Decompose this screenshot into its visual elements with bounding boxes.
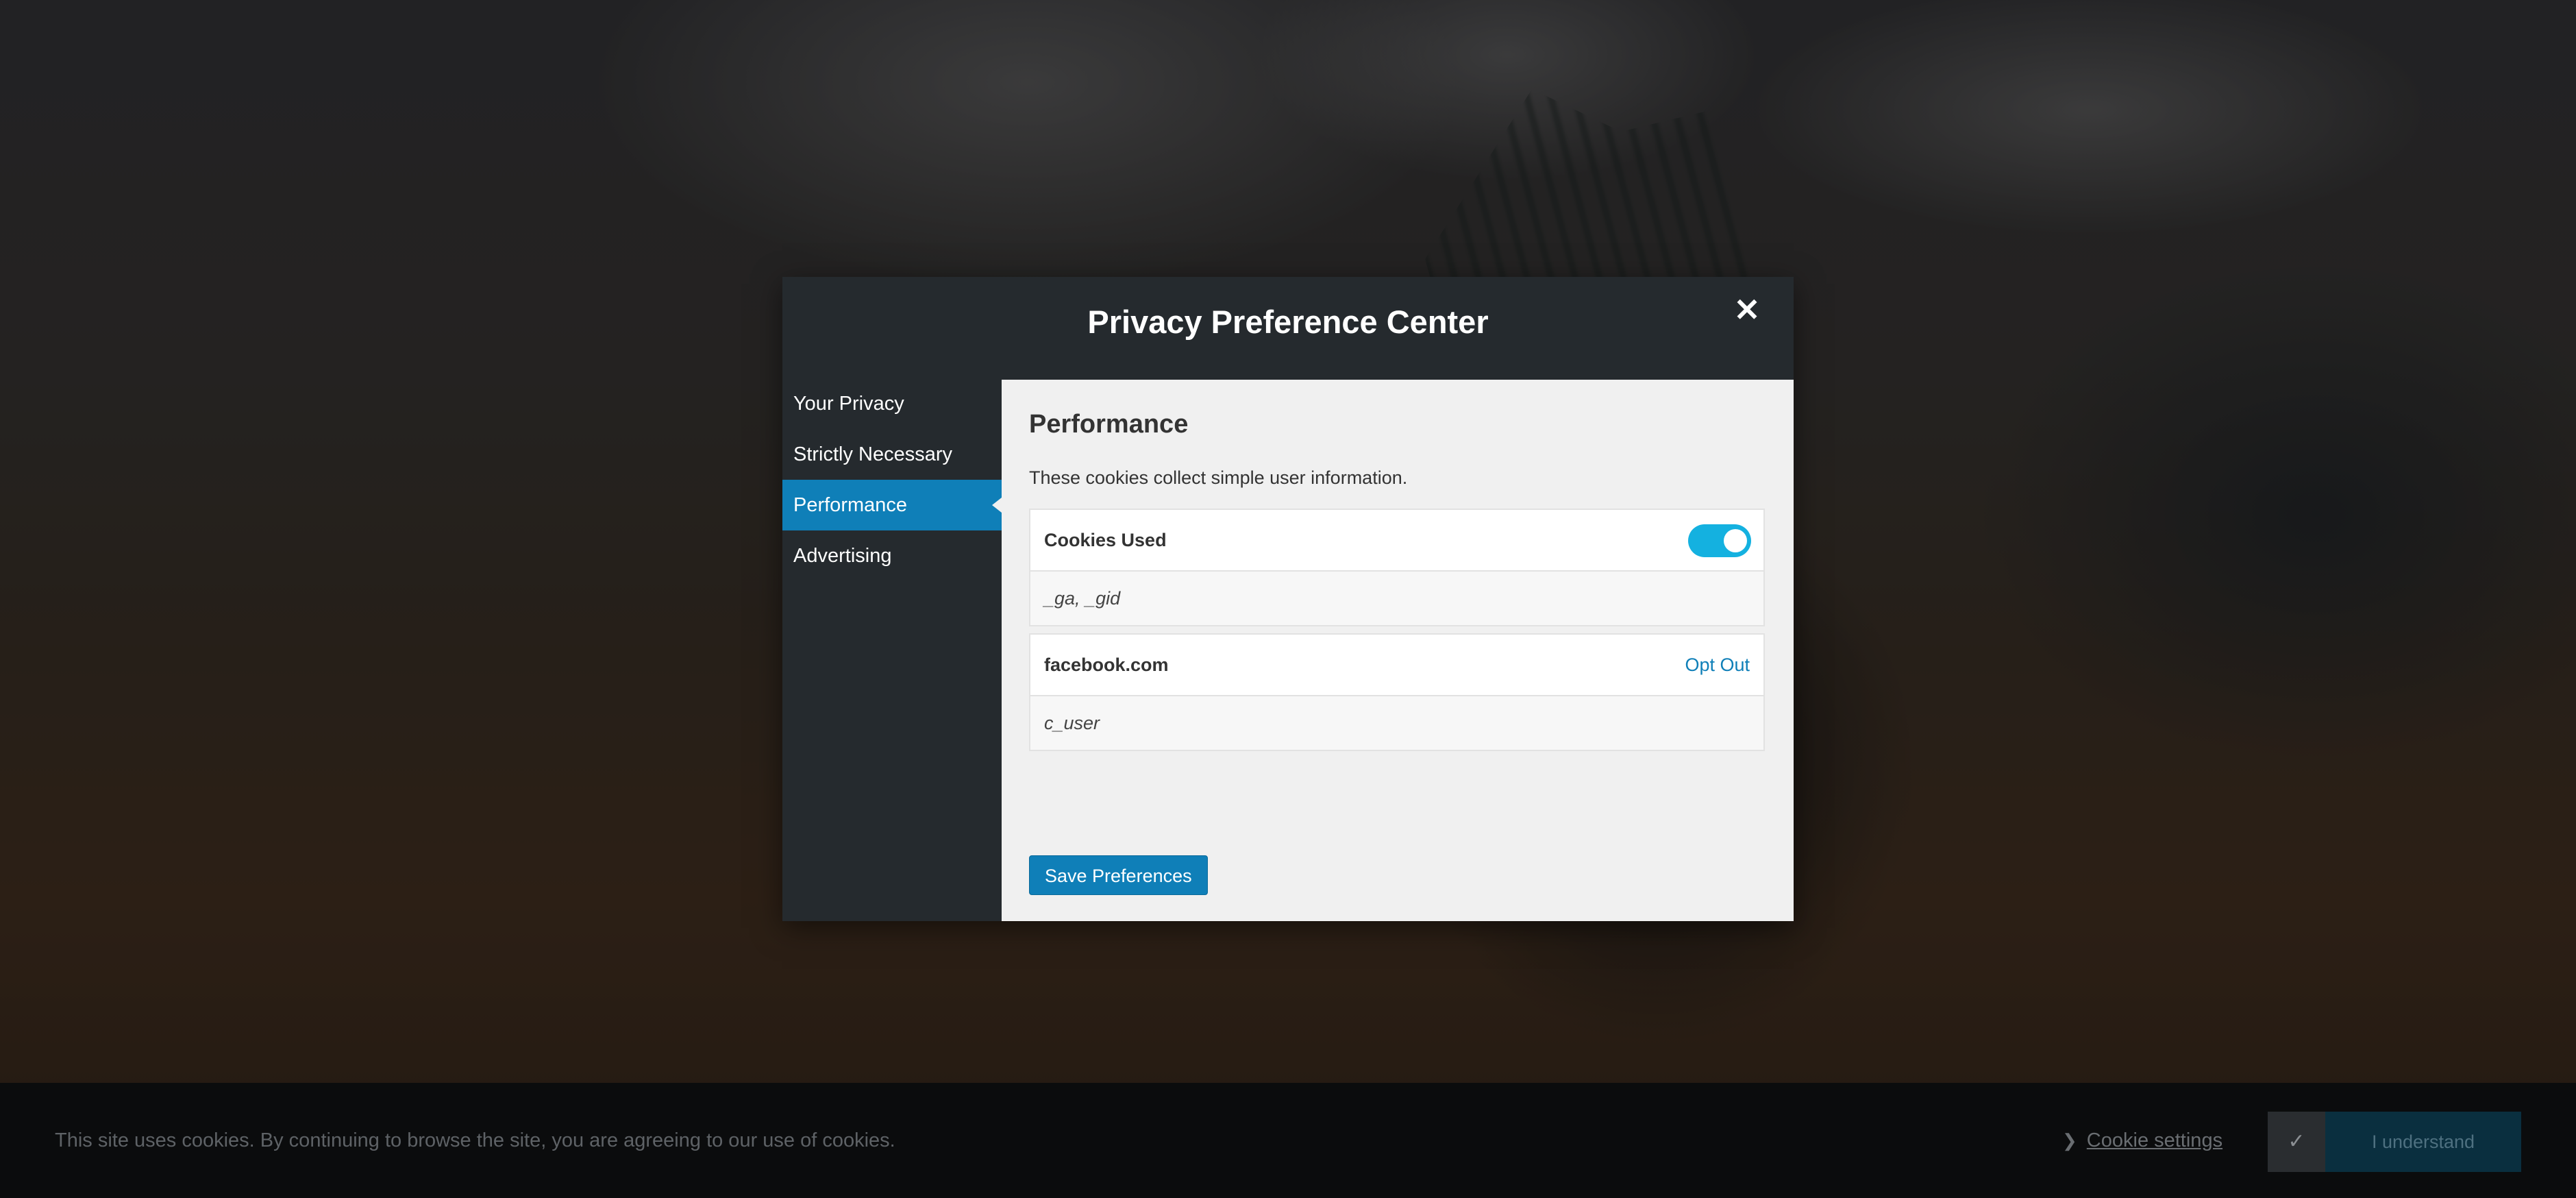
card-header-label: Cookies Used [1044,530,1167,550]
privacy-preference-modal: Privacy Preference Center ✕ Your Privacy… [782,277,1794,921]
card-header: Cookies Used [1030,510,1763,572]
section-title: Performance [1029,410,1189,439]
sidebar-item-strictly-necessary[interactable]: Strictly Necessary [782,429,1002,480]
sidebar-item-your-privacy[interactable]: Your Privacy [782,378,1002,429]
cookie-card-facebook: facebook.com Opt Out c_user [1029,633,1765,751]
page: Privacy Preference Center ✕ Your Privacy… [0,0,2576,1198]
section-description: These cookies collect simple user inform… [1029,467,1408,488]
chevron-right-icon: ❯ [2062,1130,2077,1151]
check-icon: ✓ [2268,1112,2325,1172]
cookie-settings-label: Cookie settings [2086,1129,2223,1151]
save-preferences-button[interactable]: Save Preferences [1029,855,1208,895]
card-header: facebook.com Opt Out [1030,635,1763,696]
card-header-label: facebook.com [1044,655,1169,675]
cookie-settings-link[interactable]: ❯ Cookie settings [2062,1083,2222,1198]
sidebar-item-advertising[interactable]: Advertising [782,530,1002,581]
i-understand-label: I understand [2371,1132,2475,1152]
card-body: c_user [1044,713,1100,733]
close-icon: ✕ [1733,292,1761,328]
content-panel: Performance These cookies collect simple… [1002,380,1794,921]
sidebar-item-performance[interactable]: Performance [782,480,1002,530]
performance-toggle[interactable] [1688,524,1751,557]
cookie-bar-text: This site uses cookies. By continuing to… [55,1129,895,1151]
close-button[interactable]: ✕ [1726,289,1768,330]
cookie-card-cookies-used: Cookies Used _ga, _gid [1029,509,1765,626]
modal-title: Privacy Preference Center [1087,304,1489,340]
card-body: _ga, _gid [1044,588,1121,609]
i-understand-button[interactable]: ✓ I understand [2268,1112,2521,1172]
toggle-knob [1724,529,1747,552]
opt-out-link[interactable]: Opt Out [1685,635,1750,695]
sidebar-nav: Your Privacy Strictly Necessary Performa… [782,378,1002,581]
cookie-consent-bar: This site uses cookies. By continuing to… [0,1083,2576,1198]
